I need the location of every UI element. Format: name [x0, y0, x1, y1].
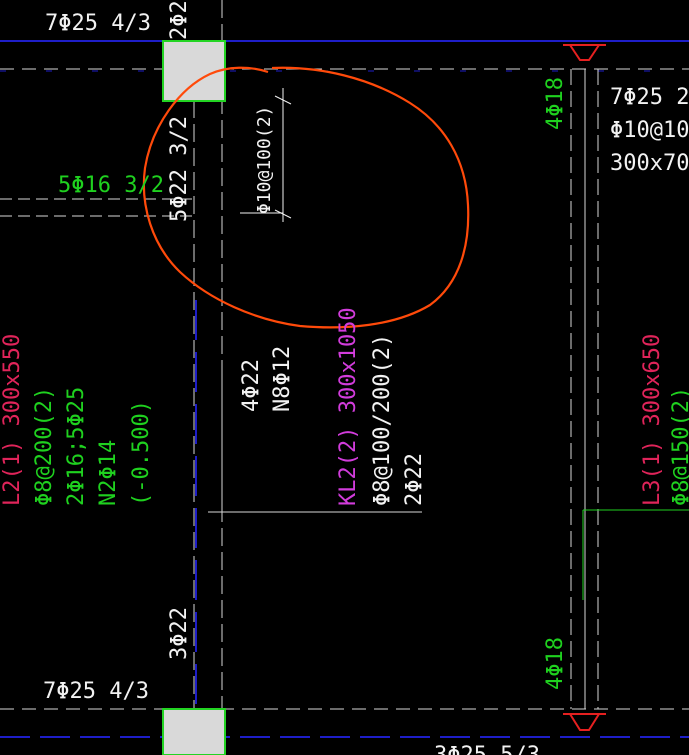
kl2-name-label: KL2(2) 300x1050: [336, 307, 361, 506]
l2-bars-label: 2Φ16;5Φ25: [64, 387, 89, 506]
right-4phi18-top-label: 4Φ18: [543, 77, 568, 130]
column-bottom: [162, 708, 226, 755]
l3-name-label: L3(1) 300x650: [640, 334, 665, 506]
bottom-left-rebar-label: 7Φ25 4/3: [43, 679, 149, 704]
l2-level-label: (-0.500): [129, 400, 154, 506]
right-top-stirrup-label: Φ10@10: [610, 118, 689, 143]
cad-drawing-canvas: 7Φ25 4/3 2Φ2 5Φ22 3/2 5Φ16 3/2 Φ10@100(2…: [0, 0, 689, 755]
markup-circle: [142, 66, 470, 329]
kl2-top-rebar-label: 2Φ22: [402, 453, 427, 506]
mid-4phi22-label: 4Φ22: [239, 359, 264, 412]
l2-name-label: L2(1) 300x550: [0, 334, 25, 506]
left-secondary-beam: [0, 198, 194, 217]
mid-n8phi12-label: N8Φ12: [270, 346, 295, 412]
top-column-rebar-label: 2Φ2: [167, 0, 192, 40]
right-top-size-label: 300x700: [610, 151, 689, 176]
top-left-rebar-label: 7Φ25 4/3: [45, 11, 151, 36]
kl2-stirrup-label: Φ8@100/200(2): [370, 334, 395, 506]
bottom-partial-label: 3Φ25 5/3: [434, 743, 540, 755]
structural-plan: 7Φ25 4/3 2Φ2 5Φ22 3/2 5Φ16 3/2 Φ10@100(2…: [0, 0, 689, 755]
l3-stirrup-label: Φ8@150(2): [669, 387, 689, 506]
stirrup-label: Φ10@100(2): [254, 106, 275, 214]
l2-stirrup-label: Φ8@200(2): [32, 387, 57, 506]
l2-n-label: N2Φ14: [96, 440, 121, 506]
section-mark-bottom: [563, 713, 606, 731]
right-4phi18-bottom-label: 4Φ18: [543, 637, 568, 690]
section-mark-top: [563, 44, 606, 61]
left-5phi16-label: 5Φ16 3/2: [58, 173, 164, 198]
right-top-rebar-label: 7Φ25 2/: [610, 85, 689, 110]
bottom-3phi22-label: 3Φ22: [167, 607, 192, 660]
vertical-5phi22-label: 5Φ22 3/2: [167, 116, 192, 222]
